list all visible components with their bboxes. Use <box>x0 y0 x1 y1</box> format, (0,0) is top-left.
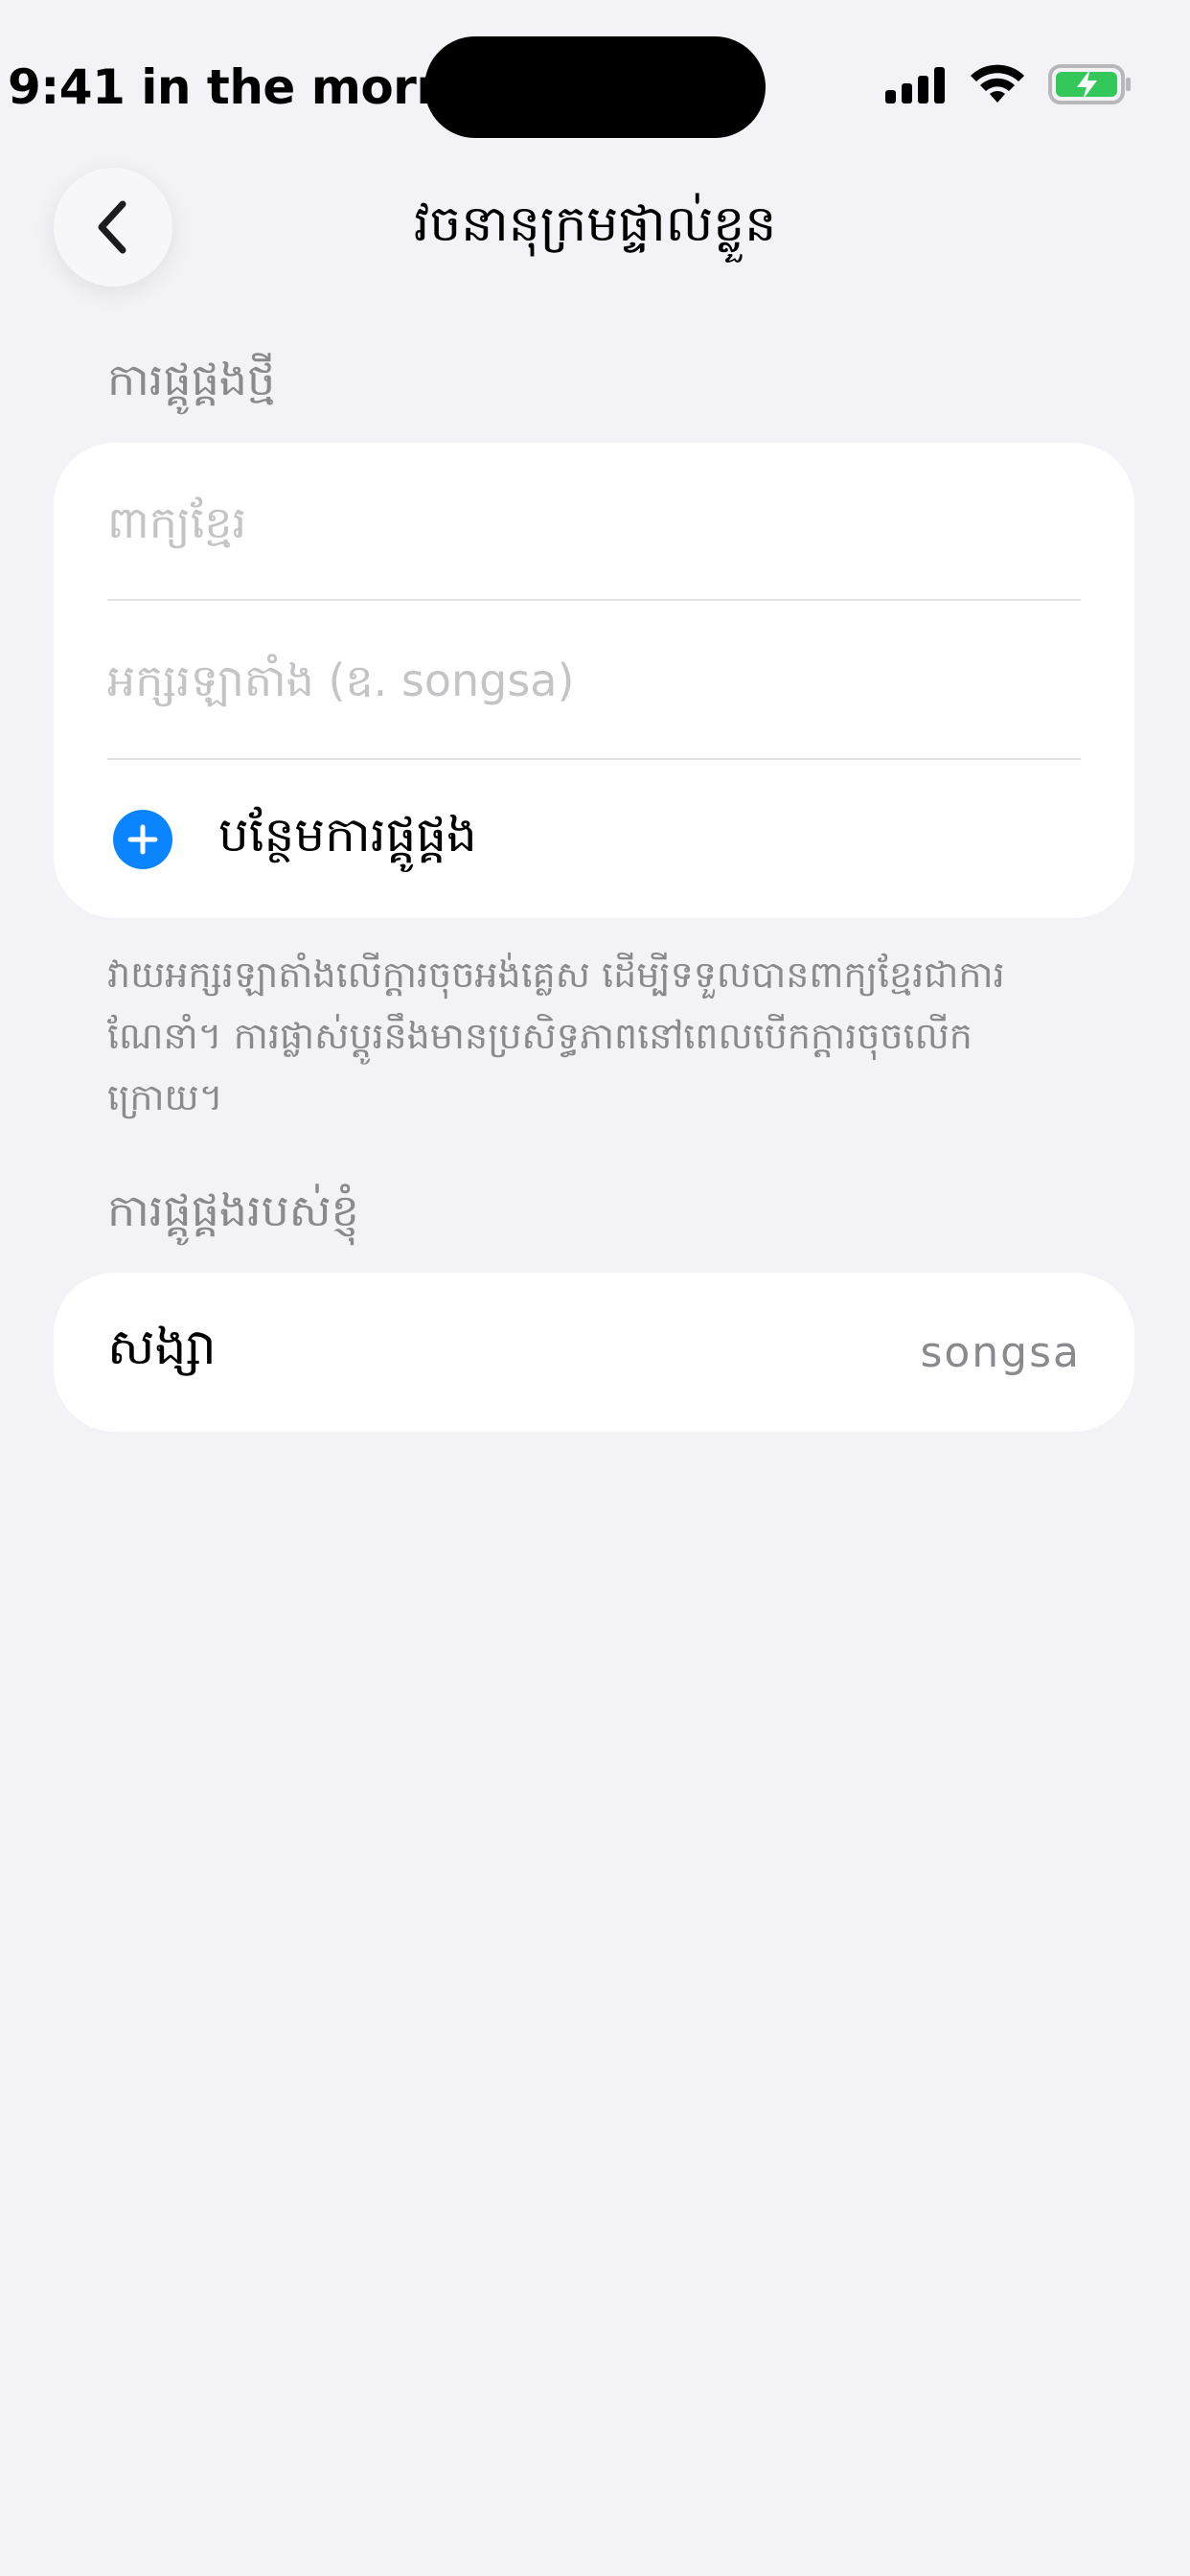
battery-charging-icon <box>1048 64 1131 104</box>
chevron-left-icon <box>98 200 126 254</box>
plus-circle-icon <box>113 810 172 869</box>
wifi-icon <box>971 64 1024 103</box>
add-shortcut-label: បន្ថែមការផ្គូផ្គង <box>218 806 477 862</box>
page-title: វចនានុក្រមផ្ទាល់ខ្លួន <box>413 196 777 253</box>
nav-bar: វចនានុក្រមផ្ទាល់ខ្លួន <box>0 168 1190 287</box>
cellular-signal-icon <box>885 67 945 104</box>
my-shortcuts-card: សង្សា songsa <box>54 1273 1134 1432</box>
shortcut-phrase: សង្សា <box>107 1319 217 1376</box>
status-icons <box>885 63 1133 105</box>
status-bar: 9:41 in the morning <box>0 0 1190 172</box>
shortcut-input: songsa <box>920 1327 1081 1377</box>
new-shortcut-card: បន្ថែមការផ្គូផ្គង <box>54 443 1134 918</box>
latin-input-field[interactable] <box>107 601 1081 760</box>
back-button[interactable] <box>54 168 172 287</box>
my-shortcuts-header: ការផ្គូផ្គងរបស់ខ្ញុំ <box>107 1184 359 1236</box>
dynamic-island <box>424 36 766 138</box>
phrase-field[interactable] <box>107 443 1081 602</box>
new-shortcut-header: ការផ្គូផ្គងថ្មី <box>107 354 276 405</box>
help-note: វាយអក្សរឡាតាំងលើក្តារចុចអង់គ្លេស ដើម្បីទ… <box>107 954 1005 1118</box>
list-item[interactable]: សង្សា songsa <box>107 1273 1081 1432</box>
add-shortcut-button[interactable]: បន្ថែមការផ្គូផ្គង <box>107 760 1081 919</box>
